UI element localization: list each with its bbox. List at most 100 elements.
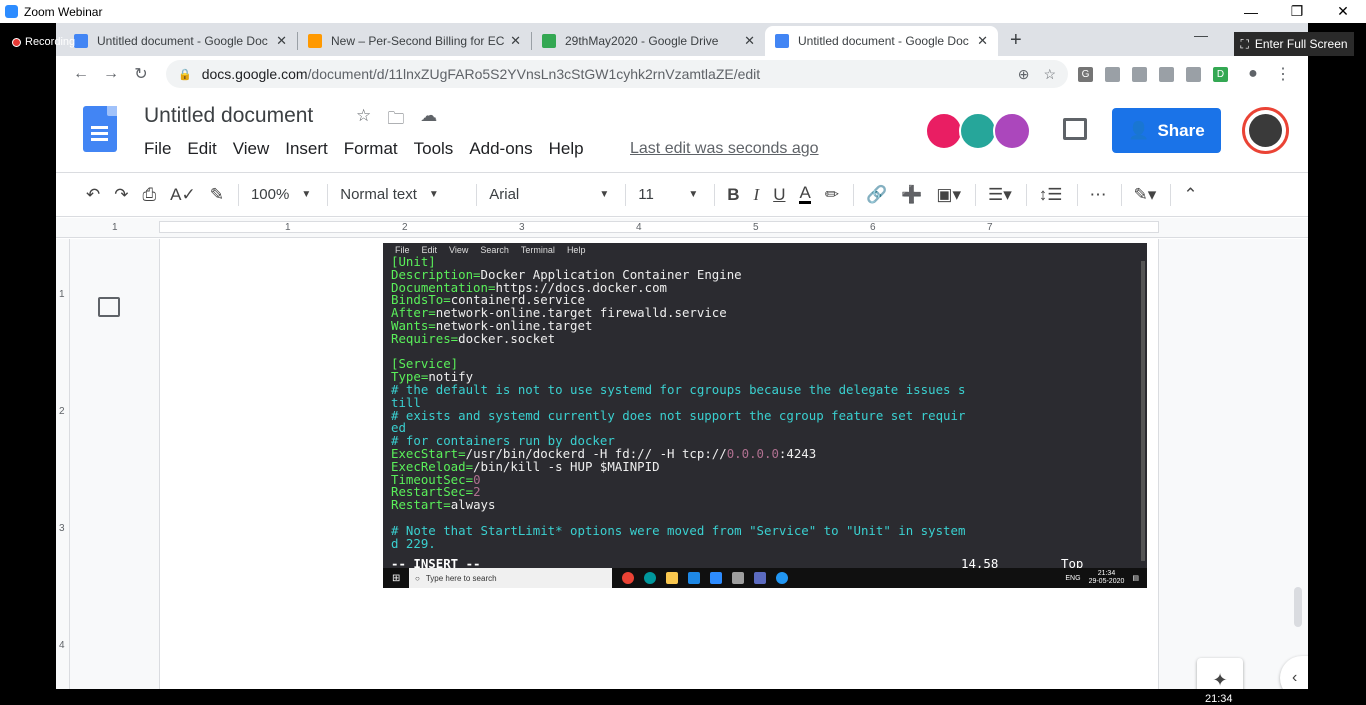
google-docs-logo-icon[interactable]	[83, 106, 117, 152]
zoom-magnifier-icon[interactable]: ⊕	[1018, 66, 1030, 83]
more-icon[interactable]: ⋯	[1090, 185, 1107, 205]
document-title[interactable]: Untitled document	[144, 104, 313, 128]
tab-title: 29thMay2020 - Google Drive	[565, 34, 719, 48]
highlight-icon[interactable]: ✏	[825, 185, 839, 205]
menu-format[interactable]: Format	[344, 139, 398, 159]
bold-icon[interactable]: B	[727, 185, 739, 205]
underline-icon[interactable]: U	[773, 185, 785, 205]
browser-tab[interactable]: 29thMay2020 - Google Drive ✕	[532, 26, 765, 56]
menu-add-ons[interactable]: Add-ons	[469, 139, 532, 159]
font-select[interactable]: Arial ▼	[489, 186, 609, 203]
ruler-number: 1	[112, 222, 118, 233]
avatar[interactable]	[925, 112, 963, 150]
tab-favicon-icon	[775, 34, 789, 48]
terminal-line: # exists and systemd currently does not …	[391, 409, 1147, 423]
extension-icon[interactable]: G	[1078, 66, 1093, 82]
insert-image-icon[interactable]: ▣▾	[936, 185, 961, 205]
extension-icon[interactable]	[1159, 66, 1174, 82]
restore-button[interactable]: ❐	[1274, 0, 1320, 23]
terminal-content: [Unit] Description=Docker Application Con…	[383, 255, 1147, 551]
last-edit-link[interactable]: Last edit was seconds ago	[630, 140, 819, 158]
line-spacing-icon[interactable]: ↕☰	[1039, 185, 1063, 205]
terminal-menu-item: Help	[566, 244, 586, 255]
extension-icon[interactable]	[1186, 66, 1201, 82]
tab-close-icon[interactable]: ✕	[510, 33, 521, 49]
ruler-number: 3	[519, 222, 525, 233]
tab-close-icon[interactable]: ✕	[977, 33, 988, 49]
menu-insert[interactable]: Insert	[285, 139, 328, 159]
extension-icon[interactable]	[1132, 66, 1147, 82]
cloud-status-icon[interactable]: ☁	[420, 106, 437, 135]
link-icon[interactable]: 🔗	[866, 185, 887, 205]
avatar[interactable]	[993, 112, 1031, 150]
browser-minimize-button[interactable]: —	[1194, 27, 1208, 43]
text-color-icon[interactable]: A	[799, 184, 811, 204]
ruler-number: 4	[59, 640, 65, 651]
account-avatar[interactable]	[1242, 107, 1289, 154]
chevron-down-icon: ▼	[301, 189, 312, 200]
print-icon[interactable]: ⎙	[143, 185, 157, 205]
menu-view[interactable]: View	[233, 139, 270, 159]
terminal-menu-item: Edit	[421, 244, 438, 255]
align-left-icon[interactable]: ☰▾	[988, 185, 1012, 205]
browser-tab[interactable]: Untitled document - Google Doc ✕	[765, 26, 998, 56]
document-outline-icon[interactable]	[98, 297, 120, 317]
collapse-menu-icon[interactable]: ⌃	[1183, 185, 1197, 205]
star-icon[interactable]: ☆	[356, 106, 371, 135]
windows-taskbar: ⊞ ○ Type here to search ENG 21:34 29-05-…	[383, 568, 1147, 588]
tab-close-icon[interactable]: ✕	[744, 33, 755, 49]
tab-favicon-icon	[308, 34, 322, 48]
document-page[interactable]: File Edit View Search Terminal Help [Unit] Des…	[159, 239, 1159, 705]
font-value: Arial	[489, 186, 520, 203]
move-folder-icon[interactable]: 🗀	[387, 106, 404, 135]
page-scrollbar[interactable]	[1294, 587, 1302, 627]
new-tab-button[interactable]: +	[1010, 29, 1022, 52]
enter-fullscreen-button[interactable]: ⛶ Enter Full Screen	[1234, 32, 1354, 56]
extension-icon[interactable]: D	[1213, 66, 1228, 82]
editing-mode-icon[interactable]: ✎▾	[1134, 185, 1157, 205]
menu-bar: File Edit View Insert Format Tools Add-ons Help	[144, 139, 584, 159]
divider	[625, 183, 627, 206]
ruler-track[interactable]: 1 1 2 3 4 5 6 7	[112, 221, 1159, 233]
spellcheck-icon[interactable]: A✓	[170, 185, 196, 205]
extension-icon[interactable]	[1105, 66, 1120, 82]
back-icon[interactable]: ←	[66, 65, 96, 83]
zoom-select[interactable]: 100% ▼	[251, 186, 311, 203]
style-select[interactable]: Normal text ▼	[340, 186, 460, 203]
tab-close-icon[interactable]: ✕	[276, 33, 287, 49]
profile-menu-icon[interactable]: ●	[1238, 65, 1268, 83]
menu-file[interactable]: File	[144, 139, 171, 159]
avatar[interactable]	[959, 112, 997, 150]
font-size-select[interactable]: 11 ▼	[638, 186, 698, 203]
close-button[interactable]: ✕	[1320, 0, 1366, 23]
zoom-right-margin	[1308, 23, 1366, 705]
terminal-text: Requires=	[391, 330, 459, 346]
browser-menu-icon[interactable]: ⋮	[1268, 64, 1298, 84]
taskbar-date: 29-05-2020	[1088, 578, 1125, 585]
horizontal-ruler: 1 1 2 3 4 5 6 7	[56, 218, 1308, 238]
address-bar[interactable]: 🔒 docs.google.com /document/d/11lnxZUgFA…	[166, 60, 1068, 88]
minimize-button[interactable]: —	[1228, 0, 1274, 23]
comment-icon[interactable]	[1063, 118, 1087, 140]
zoom-left-margin	[0, 23, 56, 705]
folder-icon	[666, 572, 678, 584]
browser-tab[interactable]: Untitled document - Google Doc ✕	[64, 26, 297, 56]
add-comment-icon[interactable]: ➕	[901, 185, 922, 205]
italic-icon[interactable]: I	[754, 185, 760, 205]
terminal-menu-item: Search	[480, 244, 509, 255]
bookmark-star-icon[interactable]: ☆	[1043, 66, 1056, 83]
share-button[interactable]: 👤 Share	[1112, 108, 1221, 153]
redo-icon[interactable]: ↷	[114, 185, 128, 205]
terminal-text: d 229.	[391, 535, 436, 551]
terminal-menu-item: View	[449, 244, 469, 255]
menu-help[interactable]: Help	[549, 139, 584, 159]
browser-tab[interactable]: New – Per-Second Billing for EC2 ✕	[298, 26, 531, 56]
tab-favicon-icon	[74, 34, 88, 48]
undo-icon[interactable]: ↶	[86, 185, 100, 205]
menu-tools[interactable]: Tools	[414, 139, 454, 159]
embedded-terminal-screenshot[interactable]: File Edit View Search Terminal Help [Unit] Des…	[383, 243, 1147, 588]
paint-format-icon[interactable]: ✎	[210, 185, 224, 205]
forward-icon[interactable]: →	[96, 65, 126, 83]
reload-icon[interactable]: ↻	[126, 64, 156, 84]
menu-edit[interactable]: Edit	[187, 139, 216, 159]
